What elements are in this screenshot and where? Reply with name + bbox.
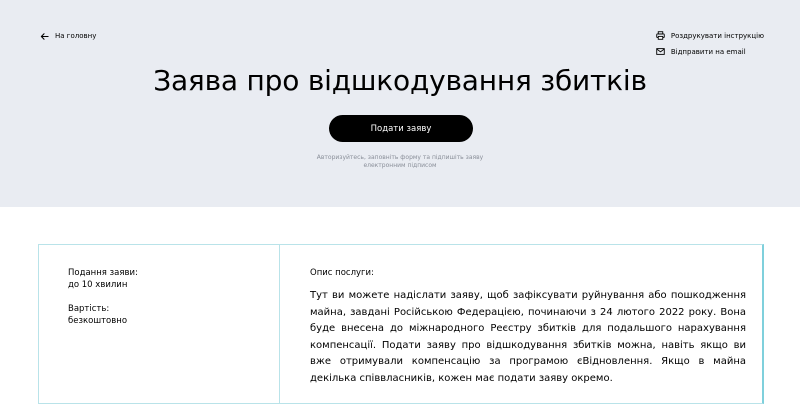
duration-value: до 10 хвилин [68, 280, 128, 290]
cost-label: Вартість: [68, 304, 110, 314]
send-email-label: Відправити на email [670, 47, 746, 56]
print-instruction-button[interactable]: Роздрукувати інструкцію [656, 30, 764, 41]
print-instruction-label: Роздрукувати інструкцію [670, 31, 764, 40]
service-description: Опис послуги: Тут ви можете надіслати за… [280, 245, 762, 403]
cost-value: безкоштовно [68, 316, 128, 326]
back-link-label: На головну [55, 32, 97, 40]
submit-application-button[interactable]: Подати заяву [329, 115, 473, 142]
submit-hint: Авторизуйтесь, заповніть форму та підпиш… [316, 154, 484, 169]
hero-section: На головну Роздрукувати інструкцію Відпр… [0, 0, 800, 207]
envelope-icon [656, 47, 665, 56]
duration-label: Подання заяви: [68, 268, 138, 278]
send-email-button[interactable]: Відправити на email [656, 46, 746, 57]
back-to-home-link[interactable]: На головну [40, 30, 96, 42]
service-meta: Подання заяви: до 10 хвилин Вартість: бе… [39, 245, 280, 403]
arrow-left-icon [40, 32, 49, 41]
description-text: Тут ви можете надіслати заяву, щоб зафік… [310, 290, 746, 384]
description-label: Опис послуги: [310, 268, 374, 278]
top-actions: Роздрукувати інструкцію Відправити на em… [656, 30, 764, 57]
page-title: Заява про відшкодування збитків [153, 64, 647, 97]
service-info-card: Подання заяви: до 10 хвилин Вартість: бе… [38, 244, 764, 404]
printer-icon [656, 31, 665, 40]
